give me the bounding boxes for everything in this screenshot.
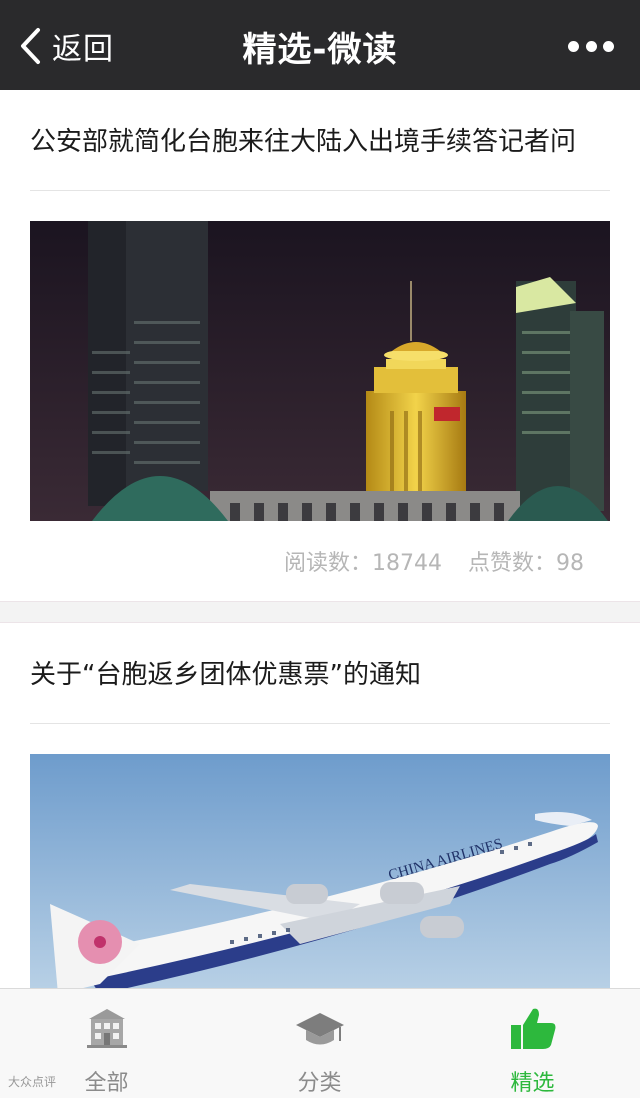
tab-label: 精选	[510, 1071, 555, 1096]
graduation-cap-icon	[295, 1013, 344, 1045]
read-count: 阅读数：18744	[284, 551, 442, 576]
watermark: 大众点评	[8, 1075, 57, 1089]
page-title: 精选-微读	[242, 30, 398, 70]
article-card[interactable]: 公安部就简化台胞来往大陆入出境手续答记者问 阅读数：18744 点赞数：98	[0, 90, 640, 601]
article-title[interactable]: 公安部就简化台胞来往大陆入出境手续答记者问	[30, 90, 610, 191]
tab-featured[interactable]: 精选	[426, 989, 639, 1098]
like-count: 点赞数：98	[468, 551, 584, 576]
article-stats: 阅读数：18744 点赞数：98	[0, 521, 640, 601]
city-night-skyline-image[interactable]	[30, 221, 610, 521]
card-divider	[0, 601, 640, 623]
thumbs-up-icon	[510, 1008, 555, 1049]
bottom-tab-bar: 全部 分类 精选	[0, 988, 640, 1098]
article-card[interactable]: 关于“台胞返乡团体优惠票”的通知 CHINA AIRLINES	[0, 623, 640, 994]
building-icon	[86, 1009, 127, 1048]
tab-category[interactable]: 分类	[213, 989, 426, 1098]
navigation-bar: 返回 精选-微读	[0, 0, 640, 90]
article-title[interactable]: 关于“台胞返乡团体优惠票”的通知	[30, 623, 610, 724]
more-dots-icon[interactable]	[568, 38, 614, 54]
article-feed: 公安部就简化台胞来往大陆入出境手续答记者问 阅读数：18744 点赞数：98 关…	[0, 90, 640, 994]
tab-label: 分类	[297, 1071, 342, 1096]
airplane-takeoff-image[interactable]: CHINA AIRLINES	[30, 754, 610, 994]
